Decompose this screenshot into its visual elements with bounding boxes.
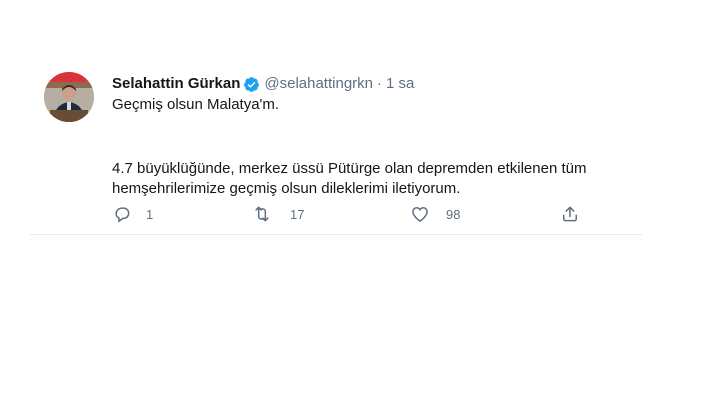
- tweet-actions: 1 17 98: [112, 202, 632, 226]
- separator-dot: ·: [377, 75, 382, 92]
- tweet-text-line-3: hemşehrilerimize geçmiş olsun dileklerim…: [112, 180, 461, 197]
- reply-icon: [115, 207, 130, 223]
- reply-button[interactable]: 1: [112, 202, 153, 226]
- avatar[interactable]: [44, 72, 94, 122]
- tweet-text: Geçmiş olsun Malatya'm. 4.7 büyüklüğünde…: [112, 95, 632, 199]
- tweet-content: Selahattin Gürkan @selahattingrkn · 1 sa…: [112, 74, 632, 223]
- share-button[interactable]: [560, 202, 580, 226]
- tweet-header: Selahattin Gürkan @selahattingrkn · 1 sa: [112, 74, 632, 94]
- like-button[interactable]: 98: [410, 202, 460, 226]
- author-name[interactable]: Selahattin Gürkan: [112, 74, 240, 94]
- like-icon: [412, 206, 428, 222]
- verified-badge-icon: [243, 76, 260, 93]
- retweet-button[interactable]: 17: [252, 202, 304, 226]
- tweet-text-line-1: Geçmiş olsun Malatya'm.: [112, 96, 280, 113]
- like-count: 98: [446, 206, 461, 222]
- share-icon: [563, 206, 577, 222]
- author-handle[interactable]: @selahattingrkn: [264, 74, 373, 94]
- tweet-card[interactable]: Selahattin Gürkan @selahattingrkn · 1 sa…: [30, 60, 642, 235]
- tweet-time[interactable]: 1 sa: [386, 74, 414, 94]
- tweet-text-line-2: 4.7 büyüklüğünde, merkez üssü Pütürge ol…: [112, 160, 587, 177]
- retweet-icon: [255, 206, 269, 222]
- retweet-count: 17: [290, 206, 305, 222]
- avatar-image: [44, 72, 94, 122]
- reply-count: 1: [146, 206, 154, 222]
